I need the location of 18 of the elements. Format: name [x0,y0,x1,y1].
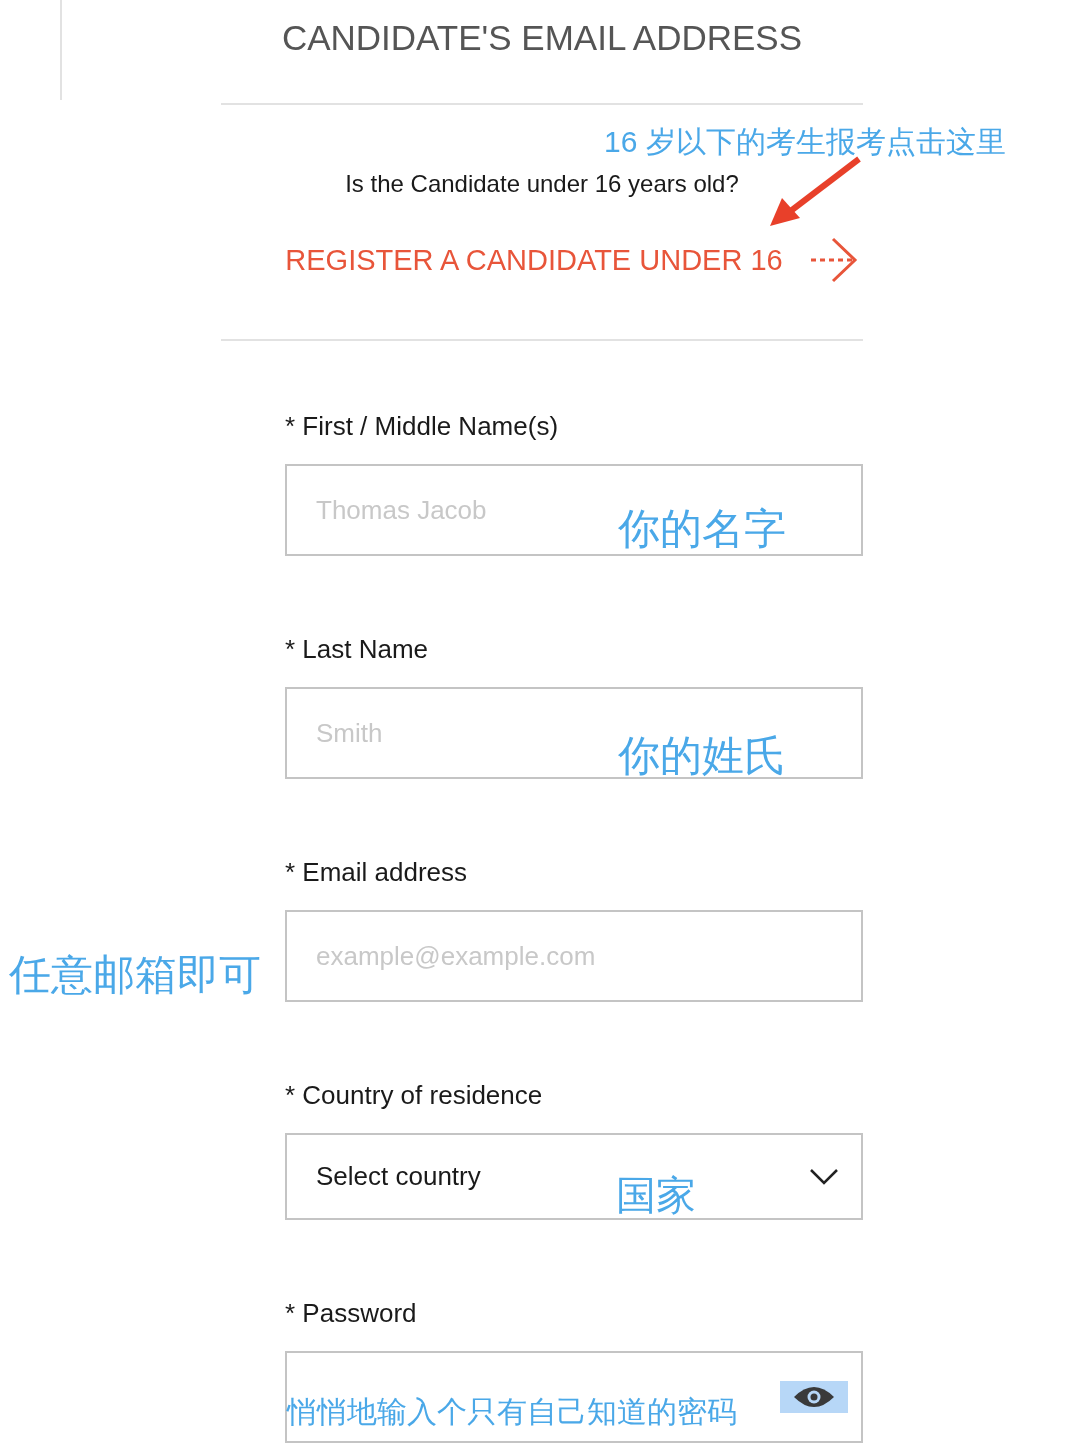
field-label: * Email address [285,857,469,887]
chevron-down-icon [809,1167,839,1186]
annotation-text: 你的姓氏 [618,735,786,777]
field-label: * Password [285,1298,418,1328]
register-under-16-link[interactable]: REGISTER A CANDIDATE UNDER 16 [285,237,859,283]
annotation-text: 你的名字 [618,508,786,550]
annotation-text: 国家 [616,1175,696,1215]
page-title: CANDIDATE'S EMAIL ADDRESS [280,17,804,59]
field-label: * Country of residence [285,1080,544,1110]
annotation-text: 任意邮箱即可 [9,954,261,996]
field-label: * First / Middle Name(s) [285,411,560,441]
annotation-text: 悄悄地输入个只有自己知道的密码 [287,1397,737,1427]
eye-icon [792,1385,836,1409]
password-field[interactable] [285,1351,863,1443]
show-password-button[interactable] [780,1381,848,1413]
age-question: Is the Candidate under 16 years old? [344,169,740,199]
field-label: * Last Name [285,634,430,664]
annotation-text: 16 岁以下的考生报考点击这里 [604,127,1006,157]
